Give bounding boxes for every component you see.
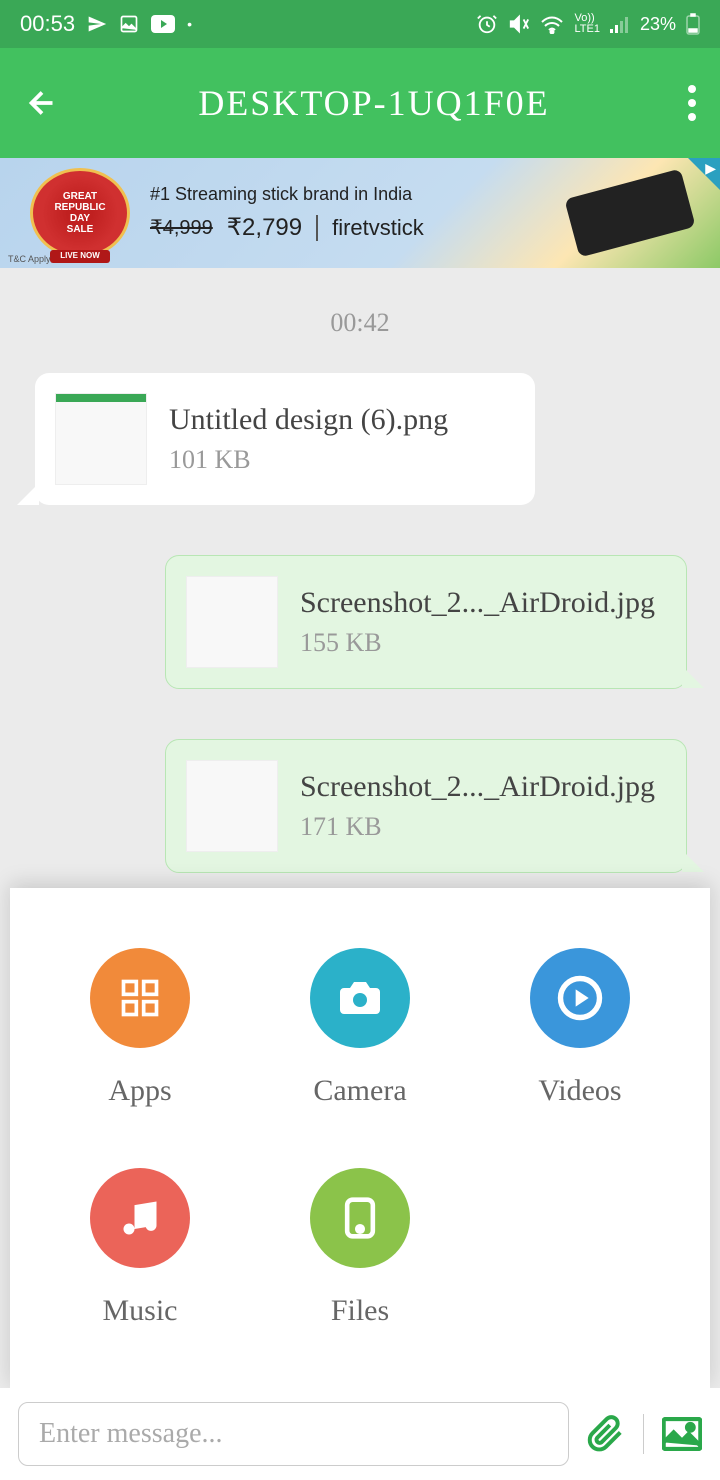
back-button[interactable] bbox=[24, 85, 60, 121]
message-bubble[interactable]: Untitled design (6).png 101 KB bbox=[35, 373, 535, 505]
overflow-menu-button[interactable] bbox=[688, 85, 696, 121]
file-thumbnail bbox=[186, 576, 278, 668]
ad-badge: GREAT REPUBLIC DAY SALE LIVE NOW bbox=[30, 168, 130, 258]
apps-icon bbox=[90, 948, 190, 1048]
file-size: 155 KB bbox=[300, 628, 666, 658]
attach-music-button[interactable]: Music bbox=[40, 1148, 240, 1348]
send-icon bbox=[87, 14, 107, 34]
file-thumbnail bbox=[186, 760, 278, 852]
attach-label: Camera bbox=[313, 1074, 406, 1108]
ad-new-price: ₹2,799 bbox=[227, 213, 302, 242]
ad-play-icon bbox=[688, 158, 720, 190]
file-name: Screenshot_2..._AirDroid.jpg bbox=[300, 770, 666, 804]
files-icon bbox=[310, 1168, 410, 1268]
attach-label: Videos bbox=[538, 1074, 621, 1108]
battery-percent: 23% bbox=[640, 14, 676, 35]
attach-label: Apps bbox=[108, 1074, 171, 1108]
status-bar: 00:53 • Vo))LTE1 23% bbox=[0, 0, 720, 48]
attach-label: Files bbox=[331, 1294, 389, 1328]
attach-label: Music bbox=[103, 1294, 178, 1328]
ad-banner[interactable]: GREAT REPUBLIC DAY SALE LIVE NOW #1 Stre… bbox=[0, 158, 720, 268]
message-bubble[interactable]: Screenshot_2..._AirDroid.jpg 155 KB bbox=[165, 555, 687, 689]
battery-icon bbox=[686, 13, 700, 35]
status-time: 00:53 bbox=[20, 11, 75, 37]
file-size: 101 KB bbox=[169, 445, 515, 475]
ad-terms: T&C Apply bbox=[8, 254, 51, 264]
file-name: Screenshot_2..._AirDroid.jpg bbox=[300, 586, 666, 620]
attach-camera-button[interactable]: Camera bbox=[260, 928, 460, 1128]
youtube-status-icon bbox=[151, 15, 175, 33]
wifi-icon bbox=[540, 14, 564, 34]
mute-icon bbox=[508, 13, 530, 35]
ad-product-image bbox=[564, 168, 695, 257]
attach-videos-button[interactable]: Videos bbox=[480, 928, 680, 1128]
divider bbox=[643, 1414, 644, 1454]
chat-area: 00:42 Untitled design (6).png 101 KB Scr… bbox=[0, 268, 720, 888]
ad-brand: firetvstick bbox=[316, 215, 424, 241]
signal-icon bbox=[610, 15, 630, 33]
camera-icon bbox=[310, 948, 410, 1048]
gallery-status-icon bbox=[119, 14, 139, 34]
more-dot-icon: • bbox=[187, 16, 192, 32]
alarm-icon bbox=[476, 13, 498, 35]
ad-old-price: ₹4,999 bbox=[150, 215, 213, 240]
message-bubble[interactable]: Screenshot_2..._AirDroid.jpg 171 KB bbox=[165, 739, 687, 873]
file-thumbnail bbox=[55, 393, 147, 485]
attach-files-button[interactable]: Files bbox=[260, 1148, 460, 1348]
attachment-button[interactable] bbox=[587, 1415, 625, 1453]
file-name: Untitled design (6).png bbox=[169, 403, 515, 437]
file-size: 171 KB bbox=[300, 812, 666, 842]
gallery-button[interactable] bbox=[662, 1417, 702, 1451]
input-bar: Enter message... bbox=[0, 1388, 720, 1480]
music-icon bbox=[90, 1168, 190, 1268]
attachment-panel: Apps Camera Videos Music Files bbox=[10, 888, 710, 1388]
ad-headline: #1 Streaming stick brand in India bbox=[150, 184, 550, 205]
chat-timestamp: 00:42 bbox=[15, 308, 705, 338]
message-input[interactable]: Enter message... bbox=[18, 1402, 569, 1466]
attach-apps-button[interactable]: Apps bbox=[40, 928, 240, 1128]
videos-icon bbox=[530, 948, 630, 1048]
page-title: DESKTOP-1UQ1F0E bbox=[60, 82, 688, 124]
app-bar: DESKTOP-1UQ1F0E bbox=[0, 48, 720, 158]
lte-icon: Vo))LTE1 bbox=[574, 13, 599, 35]
